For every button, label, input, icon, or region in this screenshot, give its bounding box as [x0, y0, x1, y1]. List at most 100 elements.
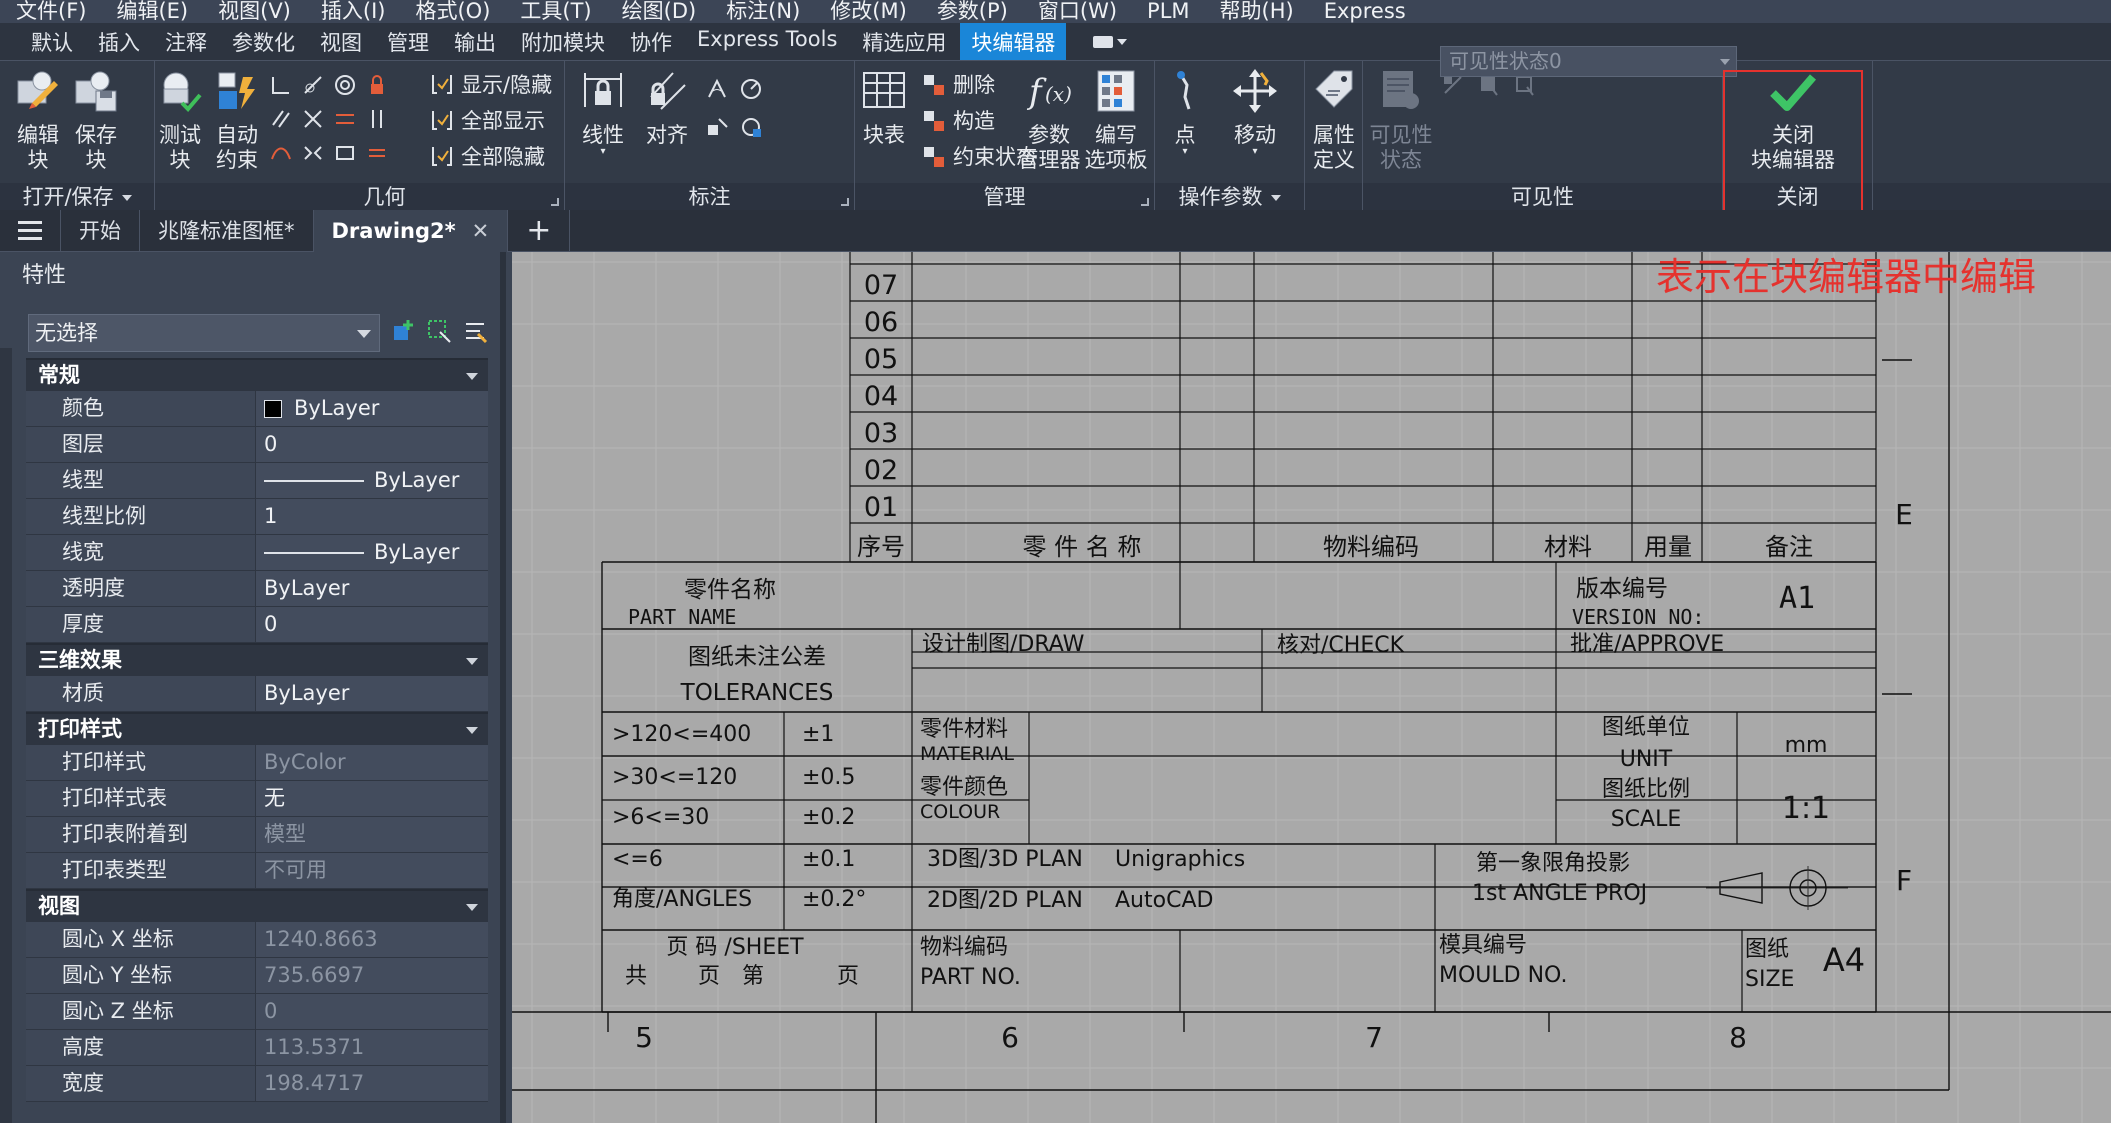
- radial-dim-icon[interactable]: [739, 77, 763, 101]
- property-value[interactable]: 0: [256, 607, 488, 642]
- menu-item[interactable]: 工具(T): [520, 0, 591, 23]
- ribbon-display-toggle[interactable]: [1093, 35, 1128, 48]
- coincident-icon[interactable]: [301, 107, 325, 131]
- smooth-icon[interactable]: [269, 141, 293, 165]
- property-value[interactable]: 198.4717: [256, 1066, 488, 1101]
- menu-item[interactable]: 文件(F): [16, 0, 86, 23]
- file-tab-template[interactable]: 兆隆标准图框*: [139, 209, 313, 252]
- panel-title-manage[interactable]: 管理: [855, 183, 1154, 211]
- panel-title-open-save[interactable]: 打开/保存: [0, 183, 154, 211]
- property-row[interactable]: 高度 113.5371: [26, 1030, 488, 1066]
- ribbon-tab[interactable]: 输出: [443, 23, 507, 61]
- concentric-icon[interactable]: [333, 73, 357, 97]
- menu-item[interactable]: 窗口(W): [1038, 0, 1117, 23]
- property-category[interactable]: 视图: [26, 889, 488, 922]
- file-tab-start[interactable]: 开始: [60, 209, 139, 252]
- property-row[interactable]: 打印样式 ByColor: [26, 745, 488, 781]
- show-hide-button[interactable]: 显示/隐藏: [429, 69, 552, 99]
- angular-dim-icon[interactable]: [705, 77, 729, 101]
- show-all-button[interactable]: 全部显示: [429, 105, 545, 135]
- property-row[interactable]: 打印表类型 不可用: [26, 853, 488, 889]
- property-value[interactable]: 无: [256, 781, 488, 816]
- attribute-def-button[interactable]: 属性 定义: [1307, 67, 1361, 173]
- property-value[interactable]: 模型: [256, 817, 488, 852]
- property-value[interactable]: ByLayer: [256, 676, 488, 711]
- symmetric-icon[interactable]: [301, 141, 325, 165]
- param-manager-button[interactable]: f (x) 参数 管理器: [1015, 67, 1083, 173]
- menu-item[interactable]: 插入(I): [321, 0, 386, 23]
- ribbon-tab[interactable]: 插入: [87, 23, 151, 61]
- property-row[interactable]: 宽度 198.4717: [26, 1066, 488, 1102]
- file-tab-drawing2[interactable]: Drawing2* ✕: [312, 209, 508, 252]
- auto-constrain-button[interactable]: 自动 约束: [209, 67, 265, 173]
- property-category[interactable]: 三维效果: [26, 643, 488, 676]
- ribbon-tab[interactable]: 协作: [619, 23, 683, 61]
- property-value[interactable]: ByColor: [256, 745, 488, 780]
- property-value[interactable]: ByLayer: [256, 535, 488, 570]
- linear-dim-button[interactable]: 线性 ▾: [573, 67, 633, 157]
- property-value[interactable]: 0: [256, 994, 488, 1029]
- ribbon-tab[interactable]: 注释: [154, 23, 218, 61]
- edit-block-button[interactable]: 编辑 块: [8, 67, 68, 173]
- menu-item[interactable]: 修改(M): [830, 0, 907, 23]
- new-tab-plus-icon[interactable]: +: [507, 209, 571, 252]
- property-row[interactable]: 颜色 ByLayer: [26, 391, 488, 427]
- property-row[interactable]: 透明度 ByLayer: [26, 571, 488, 607]
- menu-item[interactable]: 绘图(D): [622, 0, 697, 23]
- menu-item[interactable]: Express: [1324, 0, 1406, 23]
- tangent-icon[interactable]: [301, 73, 325, 97]
- property-category[interactable]: 打印样式: [26, 712, 488, 745]
- equal-icon[interactable]: [365, 141, 389, 165]
- test-block-button[interactable]: 测试 块: [155, 67, 205, 173]
- ribbon-tab[interactable]: 块编辑器: [960, 22, 1067, 61]
- perpendicular-icon[interactable]: [269, 73, 293, 97]
- property-row[interactable]: 厚度 0: [26, 607, 488, 643]
- convert-dim-icon[interactable]: [739, 115, 763, 139]
- panel-title-geometry[interactable]: 几何: [205, 183, 564, 211]
- collinear-icon[interactable]: [333, 141, 357, 165]
- authoring-palettes-button[interactable]: 编写 选项板: [1083, 67, 1149, 173]
- panel-title-dimension[interactable]: 标注: [565, 183, 854, 211]
- property-value[interactable]: ByLayer: [256, 463, 488, 498]
- hide-all-button[interactable]: 全部隐藏: [429, 141, 545, 171]
- property-row[interactable]: 打印样式表无: [26, 781, 488, 817]
- toggle-pickadd-icon[interactable]: [390, 318, 416, 344]
- property-row[interactable]: 圆心 X 坐标 1240.8663: [26, 922, 488, 958]
- property-category[interactable]: 常规: [26, 358, 488, 391]
- selection-dropdown[interactable]: 无选择: [28, 314, 380, 352]
- ribbon-tab[interactable]: Express Tools: [686, 23, 848, 61]
- aligned-dim-button[interactable]: 对齐: [637, 67, 697, 148]
- visibility-state-button[interactable]: 可见性 状态: [1369, 67, 1433, 173]
- select-objects-icon[interactable]: [426, 318, 452, 344]
- move-action-button[interactable]: 移动 ▾: [1217, 67, 1293, 157]
- property-value[interactable]: ByLayer: [256, 571, 488, 606]
- property-row[interactable]: 线宽 ByLayer: [26, 535, 488, 571]
- property-value[interactable]: 735.6697: [256, 958, 488, 993]
- parallel-icon[interactable]: [269, 107, 293, 131]
- ribbon-tab[interactable]: 默认: [20, 23, 84, 61]
- ribbon-tab[interactable]: 管理: [376, 23, 440, 61]
- point-param-button[interactable]: 点 ▾: [1157, 67, 1213, 157]
- property-row[interactable]: 图层 0: [26, 427, 488, 463]
- quick-select-icon[interactable]: [462, 318, 488, 344]
- property-value[interactable]: 1240.8663: [256, 922, 488, 957]
- menu-item[interactable]: 视图(V): [218, 0, 291, 23]
- block-table-button[interactable]: 块表: [855, 67, 913, 148]
- property-value[interactable]: ByLayer: [256, 391, 488, 426]
- construct-button[interactable]: 构造: [921, 105, 995, 135]
- horizontal-icon[interactable]: [333, 107, 357, 131]
- diameter-dim-icon[interactable]: [705, 115, 729, 139]
- property-row[interactable]: 线型比例 1: [26, 499, 488, 535]
- menu-item[interactable]: 参数(P): [937, 0, 1008, 23]
- visibility-state-dropdown[interactable]: 可见性状态0: [1440, 46, 1737, 77]
- ribbon-tab[interactable]: 附加模块: [510, 23, 616, 61]
- fix-lock-icon[interactable]: [365, 73, 389, 97]
- property-value[interactable]: 0: [256, 427, 488, 462]
- menu-item[interactable]: PLM: [1147, 0, 1189, 23]
- ribbon-tab[interactable]: 精选应用: [851, 23, 957, 61]
- menu-item[interactable]: 标注(N): [726, 0, 800, 23]
- ribbon-tab[interactable]: 参数化: [221, 23, 306, 61]
- property-row[interactable]: 线型 ByLayer: [26, 463, 488, 499]
- vertical-icon[interactable]: [365, 107, 389, 131]
- property-value[interactable]: 不可用: [256, 853, 488, 888]
